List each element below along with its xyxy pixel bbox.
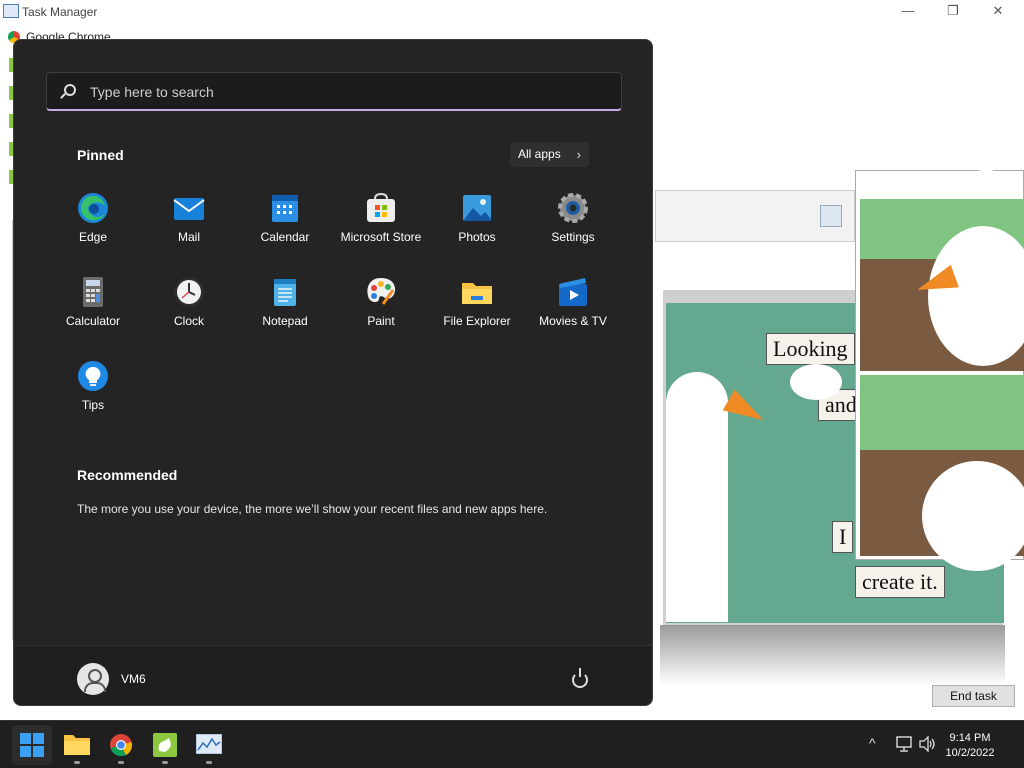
desktop-goose-sprite[interactable] — [682, 494, 724, 532]
clock-icon — [173, 276, 205, 308]
comic-caption: I — [832, 521, 854, 553]
app-label: Tips — [81, 398, 105, 412]
comic-caption: Looking — [766, 333, 855, 365]
desktop-goose-sprite[interactable] — [968, 132, 1004, 172]
app-label: Clock — [173, 314, 204, 328]
app-label: Calendar — [260, 230, 310, 244]
running-indicator — [206, 761, 212, 764]
goose-app-icon — [153, 733, 177, 757]
taskbar-clock[interactable]: 9:14 PM 10/2/2022 — [940, 731, 1000, 761]
search-icon — [64, 84, 76, 96]
taskbar-chrome[interactable] — [101, 725, 141, 765]
window-title: Task Manager — [22, 5, 98, 19]
comic-caption: create it. — [855, 566, 945, 598]
notepad-icon — [269, 276, 301, 308]
pinned-app-calendar[interactable]: Calendar — [237, 192, 333, 272]
clock-date: 10/2/2022 — [945, 747, 995, 759]
app-label: Microsoft Store — [340, 230, 422, 244]
app-label: Edge — [78, 230, 108, 244]
calculator-icon — [77, 276, 109, 308]
pinned-app-movies-tv[interactable]: Movies & TV — [525, 276, 621, 356]
pinned-app-clock[interactable]: Clock — [141, 276, 237, 356]
goose-art-left — [0, 220, 13, 640]
folder-icon — [461, 276, 493, 308]
maximize-button[interactable]: ❐ — [943, 3, 963, 19]
movies-icon — [557, 276, 589, 308]
file-explorer-icon — [64, 735, 90, 755]
goose-panel-right — [855, 170, 1024, 571]
app-label: File Explorer — [443, 314, 511, 328]
pinned-app-paint[interactable]: Paint — [333, 276, 429, 356]
settings-icon — [557, 192, 589, 224]
window-thumbnail-icon — [820, 205, 842, 227]
running-indicator — [162, 761, 168, 764]
user-name[interactable]: VM6 — [121, 672, 146, 686]
pinned-app-settings[interactable]: Settings — [525, 192, 621, 272]
app-label: Notepad — [262, 314, 308, 328]
power-icon[interactable] — [572, 668, 588, 688]
task-manager-titlebar[interactable]: Task Manager — ❐ ✕ — [0, 0, 1024, 24]
windows-logo-icon — [20, 733, 44, 757]
volume-icon[interactable] — [919, 736, 937, 752]
pinned-app-edge[interactable]: Edge — [45, 192, 141, 272]
store-icon — [365, 192, 397, 224]
goose-body-image — [922, 461, 1024, 571]
paint-icon — [365, 276, 397, 308]
network-icon[interactable] — [895, 736, 913, 752]
recommended-empty-text: The more you use your device, the more w… — [77, 502, 548, 516]
calendar-icon — [269, 192, 301, 224]
app-label: Settings — [551, 230, 595, 244]
comic-shadow — [660, 625, 1005, 685]
pinned-app-notepad[interactable]: Notepad — [237, 276, 333, 356]
running-indicator — [118, 761, 124, 764]
chrome-icon — [110, 734, 132, 757]
all-apps-label: All apps — [518, 147, 561, 161]
start-menu: Type here to search Pinned All apps › Ed… — [13, 39, 653, 706]
close-button[interactable]: ✕ — [988, 3, 1008, 19]
tips-icon — [77, 360, 109, 392]
taskbar-file-explorer[interactable] — [57, 725, 97, 765]
start-button[interactable] — [12, 725, 52, 765]
app-label: Paint — [367, 314, 395, 328]
pinned-heading: Pinned — [77, 147, 124, 163]
pinned-app-calculator[interactable]: Calculator — [45, 276, 141, 356]
recommended-heading: Recommended — [77, 467, 178, 483]
end-task-button[interactable]: End task — [932, 685, 1015, 707]
app-label: Movies & TV — [539, 314, 607, 328]
photos-icon — [461, 192, 493, 224]
pinned-app-mail[interactable]: Mail — [141, 192, 237, 272]
search-placeholder: Type here to search — [90, 84, 214, 100]
task-manager-icon — [3, 4, 19, 18]
app-label: Mail — [177, 230, 200, 244]
desktop-goose-sprite[interactable] — [790, 364, 842, 400]
panel-sky — [860, 375, 1024, 450]
edge-icon — [77, 192, 109, 224]
app-label: Photos — [458, 230, 496, 244]
all-apps-button[interactable]: All apps › — [510, 142, 589, 167]
pinned-app-tips[interactable]: Tips — [45, 360, 141, 440]
task-manager-icon — [196, 734, 222, 754]
taskbar-task-manager[interactable] — [189, 725, 229, 765]
user-avatar-icon[interactable] — [77, 663, 109, 695]
start-menu-footer: VM6 — [14, 645, 652, 705]
app-label: Calculator — [65, 314, 121, 328]
chevron-right-icon: › — [576, 147, 581, 162]
pinned-app-file-explorer[interactable]: File Explorer — [429, 276, 525, 356]
minimize-button[interactable]: — — [898, 3, 918, 18]
search-input[interactable]: Type here to search — [46, 72, 622, 111]
pinned-app-photos[interactable]: Photos — [429, 192, 525, 272]
taskbar: ^ 9:14 PM 10/2/2022 — [0, 720, 1024, 768]
pinned-app-microsoft-store[interactable]: Microsoft Store — [333, 192, 429, 272]
clock-time: 9:14 PM — [949, 732, 991, 744]
chevron-up-icon[interactable]: ^ — [869, 735, 876, 751]
taskbar-goose-app[interactable] — [145, 725, 185, 765]
running-indicator — [74, 761, 80, 764]
mail-icon — [173, 192, 205, 224]
